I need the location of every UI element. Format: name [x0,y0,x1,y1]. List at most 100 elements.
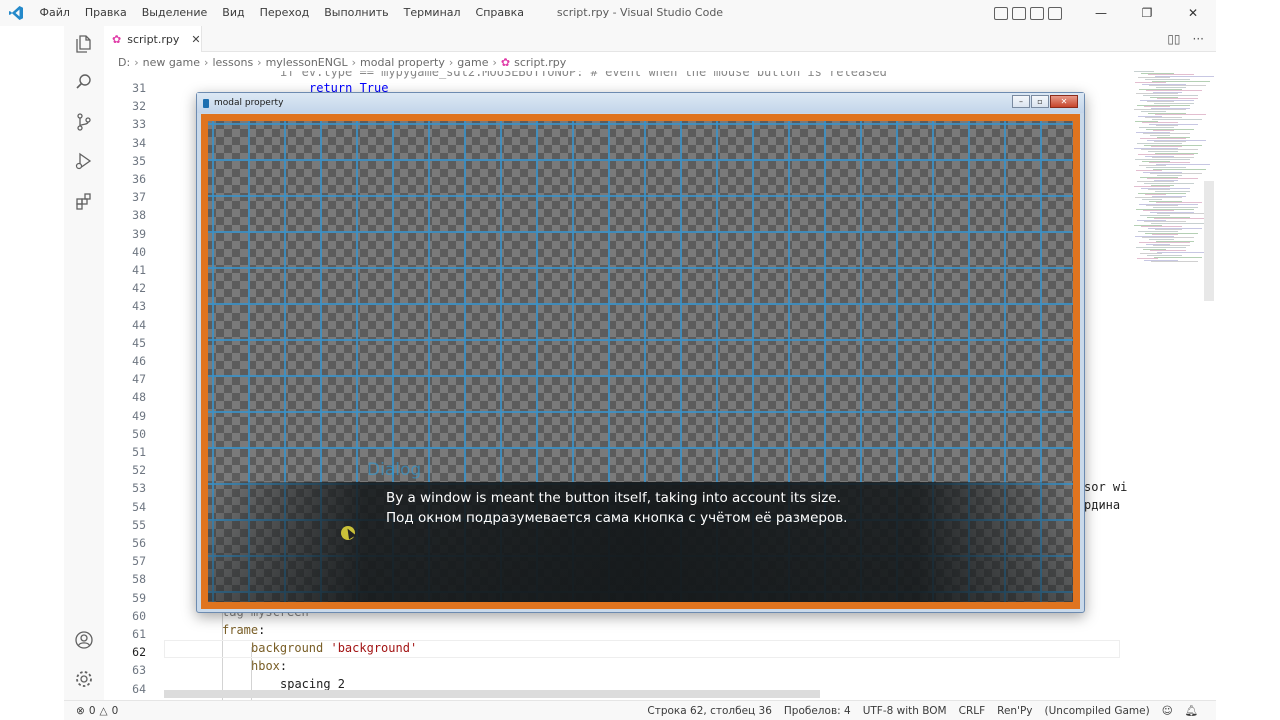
menu-run[interactable]: Выполнить [317,0,396,26]
run-debug-icon[interactable] [72,149,96,173]
breadcrumb-item[interactable]: modal property [360,56,445,69]
search-icon[interactable] [72,70,96,94]
horizontal-scrollbar[interactable] [164,690,820,698]
vscode-logo-icon [0,0,32,26]
restore-button[interactable]: ❐ [1124,0,1170,26]
line-number: 50 [132,426,146,441]
minimap-line [1157,251,1206,253]
line-number: 60 [132,608,146,623]
line-number: 37 [132,190,146,205]
title-bar: Файл Правка Выделение Вид Переход Выполн… [0,0,1216,26]
game-window-titlebar: modal property – ▫ ✕ [197,93,1084,113]
breadcrumb-item[interactable]: lessons [212,56,253,69]
explorer-icon[interactable] [72,32,96,56]
indentation[interactable]: Пробелов: 4 [778,705,857,717]
line-number: 43 [132,299,146,314]
line-number: 57 [132,554,146,569]
customize-layout-icon[interactable] [1048,6,1062,20]
line-number: 62 [132,645,146,660]
code-text: : [258,623,266,637]
feedback-icon[interactable]: ☺ [1156,705,1179,717]
line-number: 40 [132,244,146,259]
renpy-file-icon: ✿ [112,32,122,46]
game-close-button[interactable]: ✕ [1050,95,1078,108]
dialogue-textbox[interactable]: By a window is meant the button itself, … [208,482,1073,602]
code-line: spacing 2 [280,677,346,691]
subtitle-english: By a window is meant the button itself, … [386,490,841,506]
left-margin [0,0,64,720]
right-margin [1216,0,1280,720]
subtitle-russian: Под окном подразумевается сама кнопка с … [386,510,848,526]
breadcrumb-item[interactable]: script.rpy [514,56,566,69]
menu-selection[interactable]: Выделение [134,0,215,26]
minimap[interactable] [1124,71,1214,271]
breadcrumb-item[interactable]: D: [118,56,130,69]
line-number: 42 [132,281,146,296]
line-number: 32 [132,99,146,114]
file-encoding[interactable]: UTF-8 with BOM [857,705,953,717]
warning-count: 0 [111,704,119,717]
menu-view[interactable]: Вид [215,0,252,26]
extensions-icon[interactable] [72,189,96,213]
menu-go[interactable]: Переход [252,0,317,26]
toggle-secondary-sidebar-icon[interactable] [1030,6,1044,20]
code-text: : [279,659,288,673]
speaker-name: Dialog [367,460,422,480]
breadcrumb-item[interactable]: mylessonENGL [266,56,348,69]
line-number: 51 [132,445,146,459]
breadcrumb-item[interactable]: new game [143,56,200,69]
problems-indicator[interactable]: ⊗ 0 △ 0 [64,705,118,717]
line-number: 55 [132,517,146,532]
minimize-button[interactable]: — [1078,0,1124,26]
line-number: 41 [132,263,146,277]
notifications-bell-icon[interactable]: 🔔︎ [1179,704,1204,717]
vertical-scrollbar[interactable] [1204,181,1214,301]
end-of-line[interactable]: CRLF [953,705,992,717]
code-line: рдина [1084,498,1121,512]
chevron-right-icon: › [134,55,139,69]
language-mode[interactable]: Ren'Py [991,705,1038,717]
menu-file[interactable]: Файл [32,0,77,26]
more-actions-icon[interactable]: ··· [1193,32,1204,46]
menu-edit[interactable]: Правка [77,0,134,26]
close-button[interactable]: ✕ [1170,0,1216,26]
project-status[interactable]: (Uncompiled Game) [1039,705,1156,717]
line-number: 48 [132,390,146,405]
split-editor-icon[interactable]: ▯▯ [1167,32,1180,46]
code-keyword: frame [222,623,259,637]
tab-script-rpy[interactable]: ✿ script.rpy ✕ [104,26,202,52]
line-number: 33 [132,117,146,132]
manage-gear-icon[interactable] [72,667,96,691]
source-control-icon[interactable] [72,110,96,134]
toggle-panel-icon[interactable] [1012,6,1026,20]
game-maximize-button[interactable]: ▫ [1031,95,1049,108]
tab-close-icon[interactable]: ✕ [191,33,200,46]
line-number: 46 [132,354,146,368]
code-string: 'background' [330,641,418,655]
line-number: 61 [132,627,146,641]
tab-bar: ✿ script.rpy ✕ ▯▯ ··· [104,26,1216,52]
line-number: 39 [132,226,146,241]
cursor-position[interactable]: Строка 62, столбец 36 [641,705,778,717]
breadcrumb-item[interactable]: game [457,56,488,69]
minimap-line [1151,261,1198,263]
line-number: 59 [132,590,146,605]
line-number: 63 [132,663,146,678]
code-line: background 'background' [251,641,417,655]
line-number: 38 [132,208,146,223]
chevron-right-icon: › [492,55,497,69]
game-minimize-button[interactable]: – [1012,95,1030,108]
chevron-right-icon: › [204,55,209,69]
game-canvas[interactable]: Dialog By a window is meant the button i… [201,114,1080,609]
status-bar: ⊗ 0 △ 0 Строка 62, столбец 36 Пробелов: 4 … [64,700,1216,720]
line-number: 49 [132,408,146,423]
chevron-right-icon: › [351,55,357,69]
renpy-app-icon [203,98,209,108]
code-line: frame: [222,623,265,637]
accounts-icon[interactable] [72,628,96,652]
menu-terminal[interactable]: Терминал [396,0,468,26]
toggle-primary-sidebar-icon[interactable] [994,6,1008,20]
line-number: 58 [132,572,146,587]
line-number: 53 [132,481,146,496]
menu-help[interactable]: Справка [468,0,531,26]
